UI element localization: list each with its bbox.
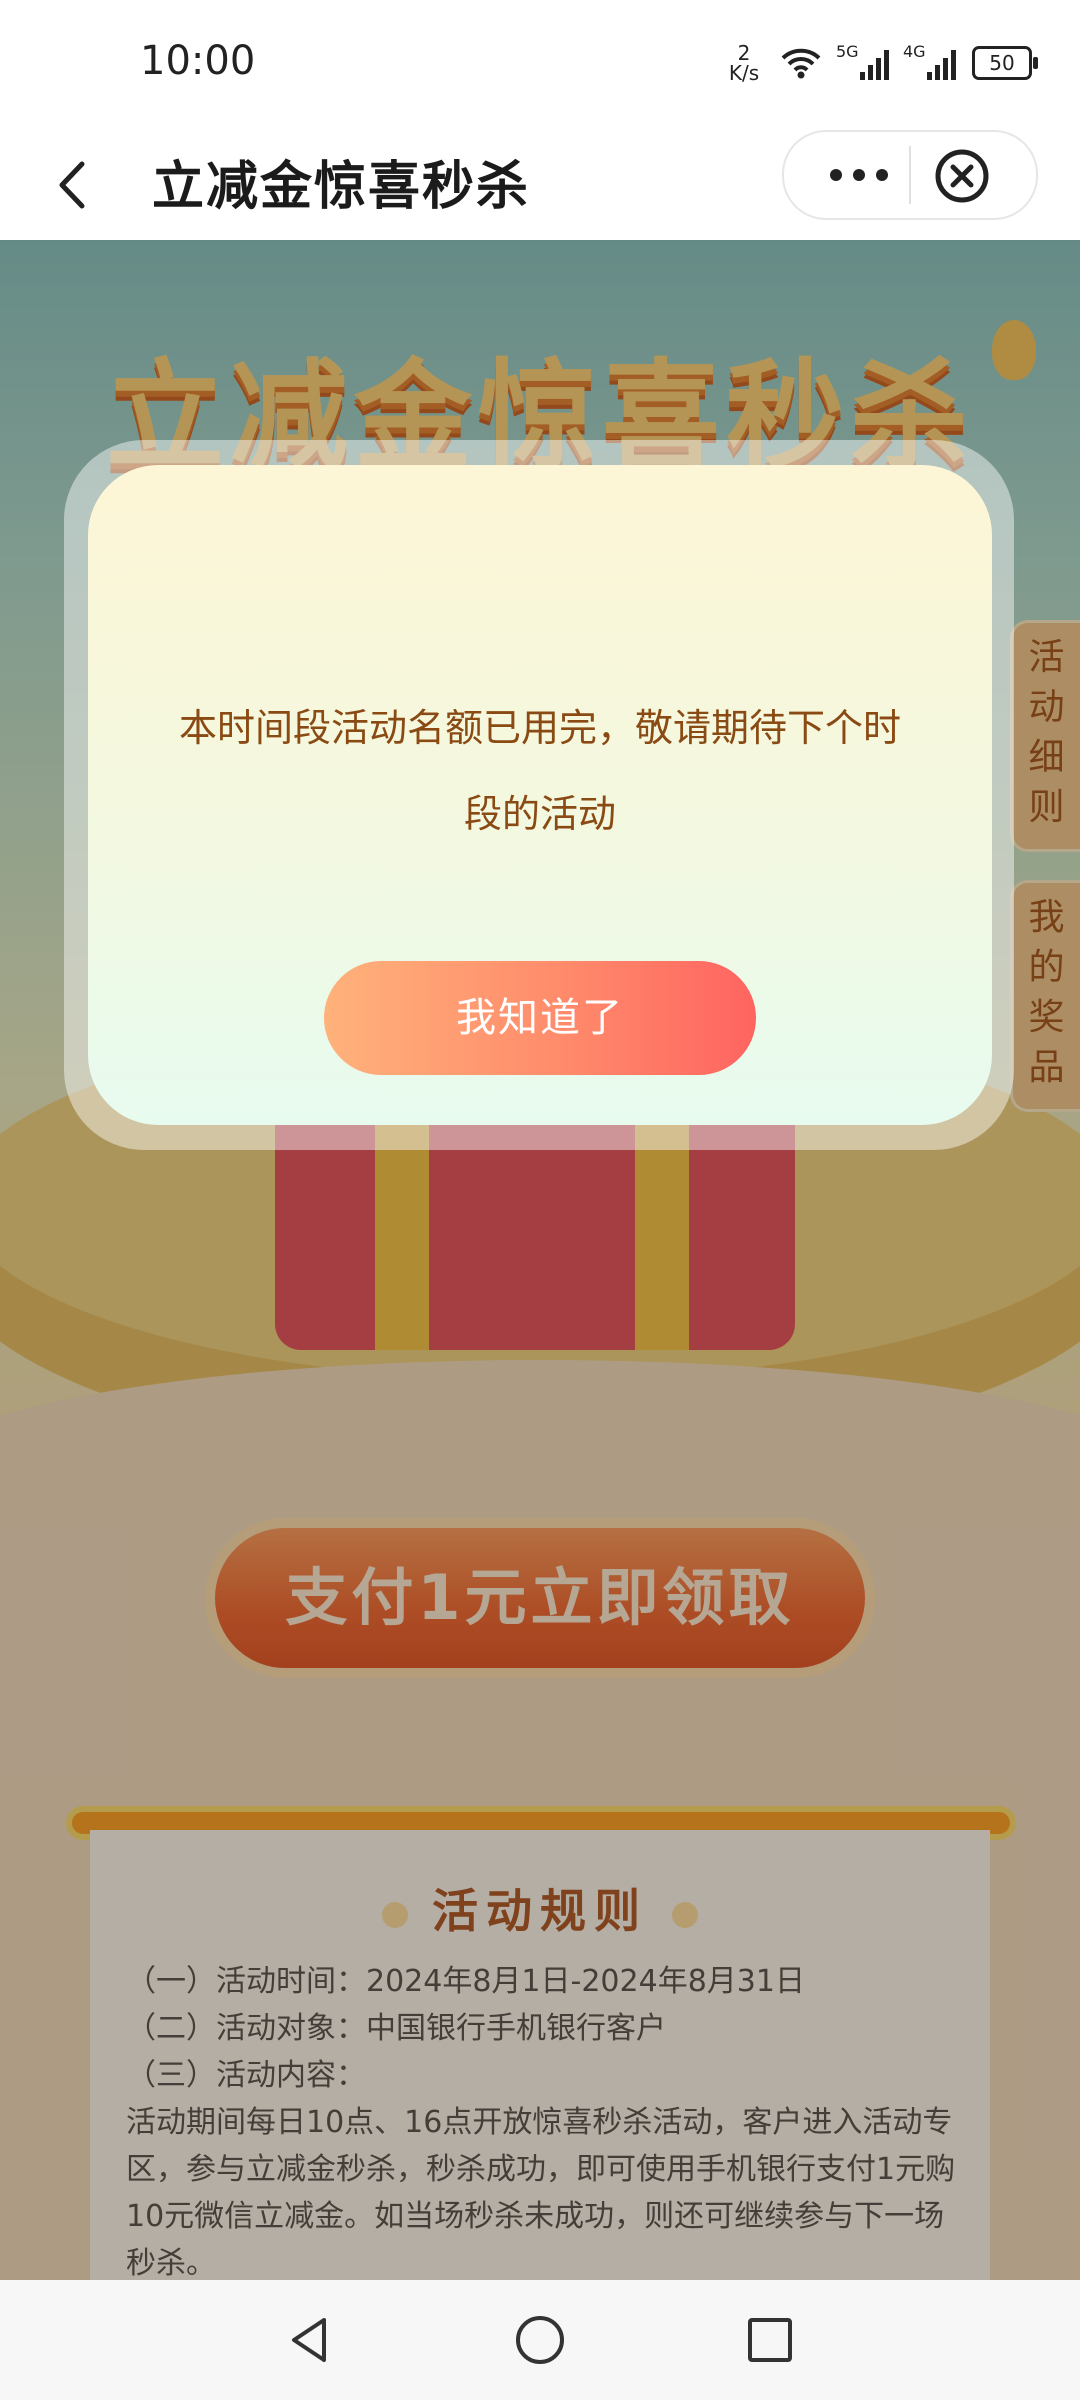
network-speed: 2 K/s [724, 43, 764, 83]
signal-4g-label: 4G [903, 42, 926, 61]
title-bar: 立减金惊喜秒杀 [0, 130, 1080, 240]
network-speed-unit: K/s [728, 61, 760, 85]
status-time: 10:00 [140, 38, 256, 84]
acknowledge-button[interactable]: 我知道了 [324, 961, 756, 1075]
signal-5g-label: 5G [836, 42, 859, 61]
nav-recents-icon[interactable] [740, 2310, 800, 2370]
nav-home-icon[interactable] [510, 2310, 570, 2370]
close-circle-icon[interactable] [934, 148, 990, 204]
back-icon[interactable] [40, 150, 110, 220]
signal-5g-icon: 5G [836, 42, 889, 80]
modal-dialog: 本时间段活动名额已用完，敬请期待下个时段的活动 我知道了 [88, 465, 992, 1125]
modal-message: 本时间段活动名额已用完，敬请期待下个时段的活动 [178, 706, 901, 836]
mini-program-capsule [782, 130, 1038, 220]
more-icon[interactable] [824, 160, 894, 190]
status-icons: 2 K/s 5G 4G 50 [724, 38, 1038, 88]
capsule-divider [909, 146, 911, 204]
status-bar: 10:00 2 K/s 5G 4G 50 [0, 0, 1080, 130]
page-title: 立减金惊喜秒杀 [152, 157, 531, 217]
network-speed-value: 2 [737, 41, 751, 65]
wifi-icon [781, 48, 821, 79]
signal-4g-icon: 4G [903, 42, 956, 80]
battery-icon: 50 [972, 46, 1038, 80]
system-nav-bar [0, 2280, 1080, 2400]
nav-back-icon[interactable] [280, 2310, 340, 2370]
